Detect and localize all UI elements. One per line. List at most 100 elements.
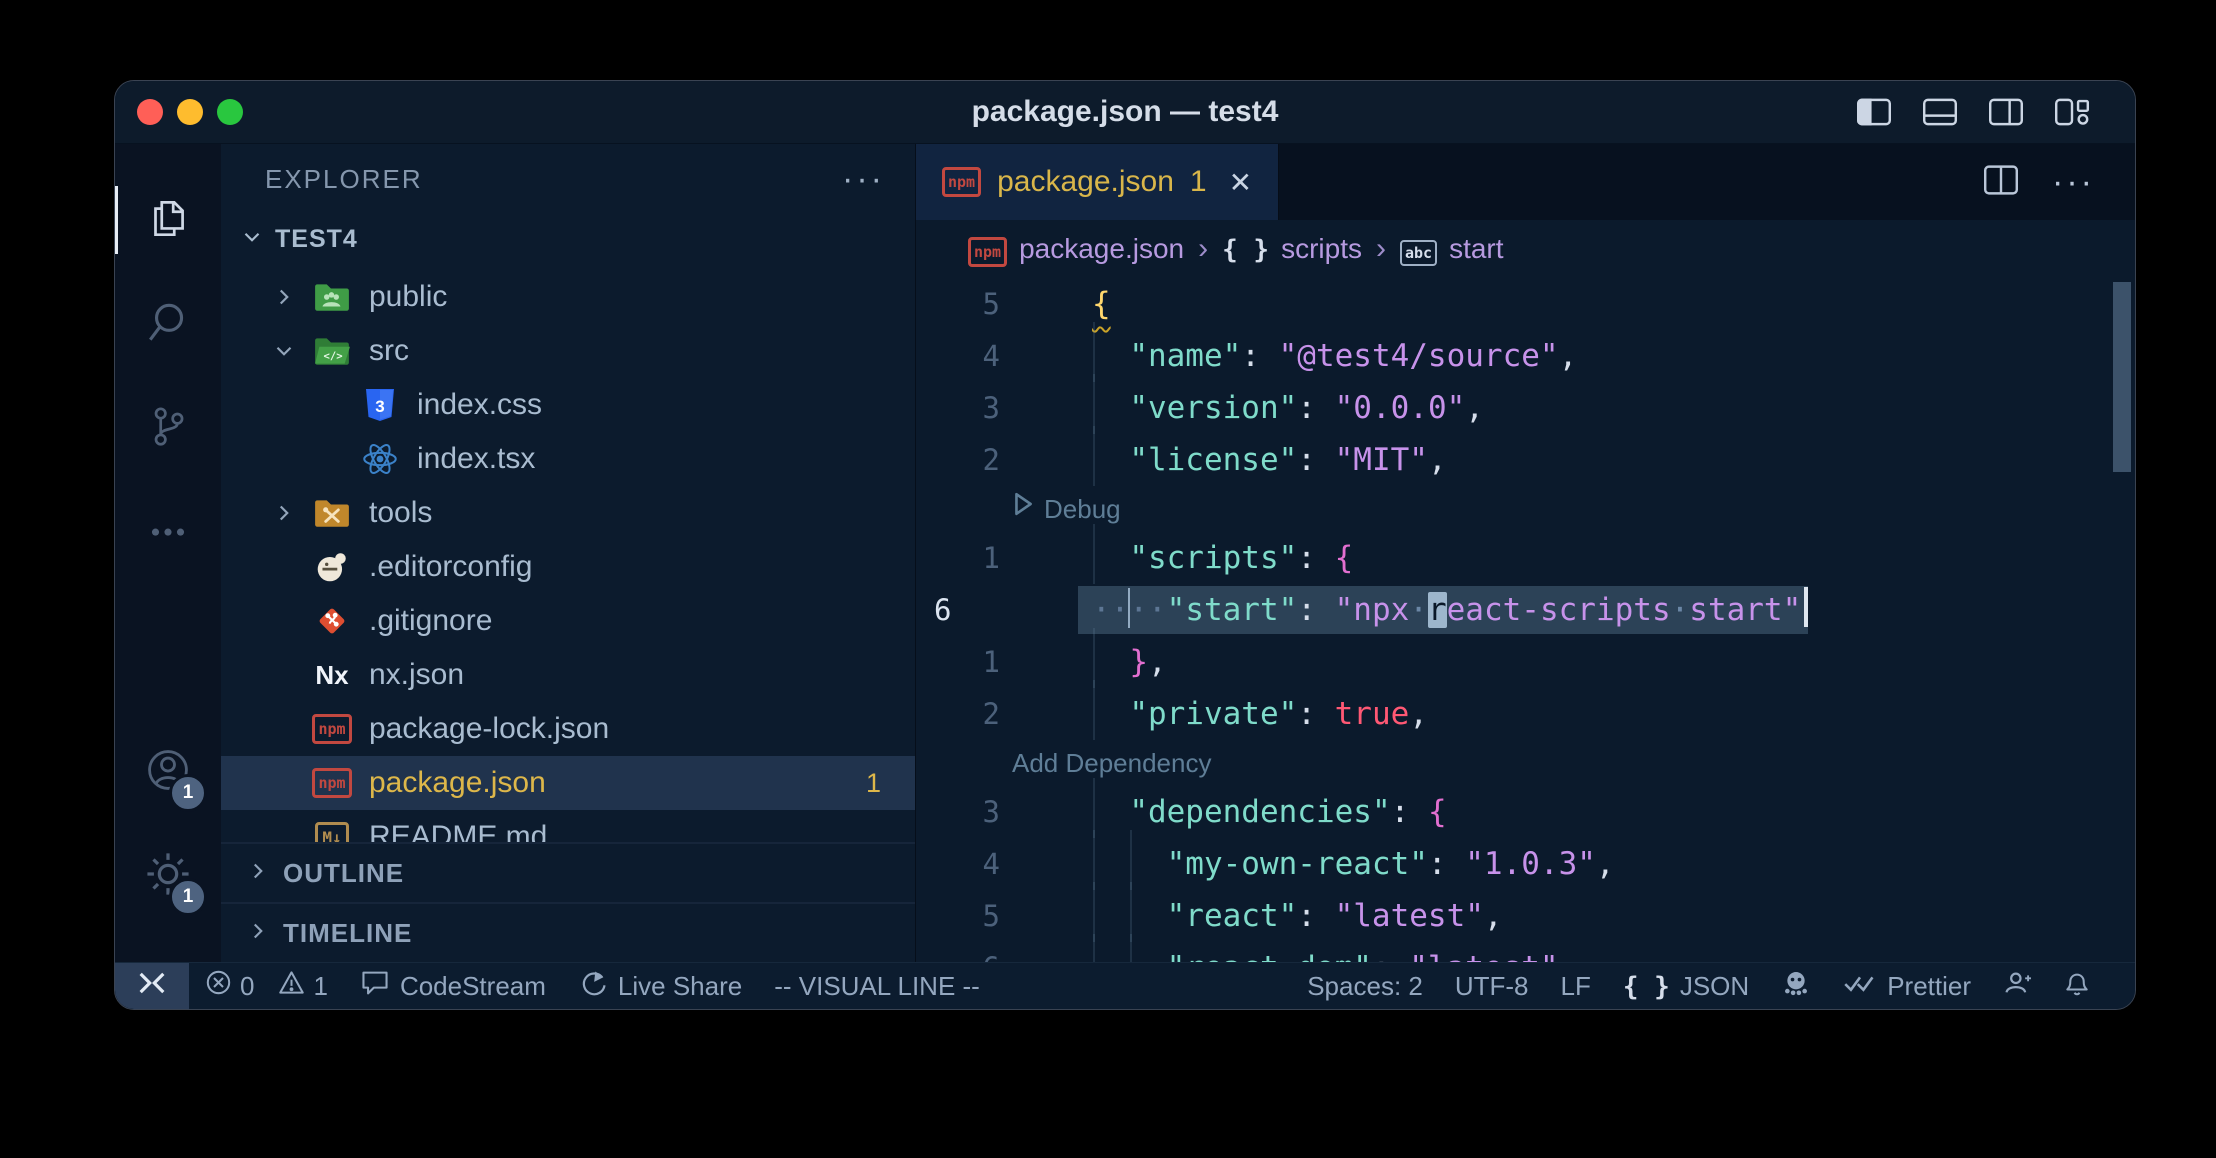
status-feedback[interactable]: [1987, 963, 2047, 1009]
breadcrumb-label: start: [1449, 233, 1503, 265]
tree-item-index-css[interactable]: 3index.css: [221, 378, 915, 432]
workspace-section-header[interactable]: TEST4: [221, 214, 915, 264]
code-line-2[interactable]: 3 "version": "0.0.0",: [916, 382, 2135, 434]
code-line-11[interactable]: 4 "my-own-react": "1.0.3",: [916, 838, 2135, 890]
status-vim-mode[interactable]: -- VISUAL LINE --: [758, 963, 996, 1009]
toggle-sidebar-icon[interactable]: [1857, 98, 1891, 126]
tree-item-nx-json[interactable]: Nxnx.json: [221, 648, 915, 702]
code-line-8[interactable]: 2 "private": true,: [916, 688, 2135, 740]
line-number[interactable]: 5: [916, 278, 1036, 330]
editor-scrollbar[interactable]: [2113, 282, 2131, 472]
npm-icon: npm: [968, 232, 1007, 267]
line-number[interactable]: 6: [916, 942, 1036, 962]
status-eol[interactable]: LF: [1545, 963, 1607, 1009]
code-line-0[interactable]: 5{: [916, 278, 2135, 330]
line-number[interactable]: 5: [916, 890, 1036, 942]
breadcrumb-item-scripts[interactable]: { }scripts: [1222, 233, 1362, 265]
problems-badge: 1: [866, 768, 881, 799]
line-number[interactable]: 3: [916, 786, 1036, 838]
code-line-3[interactable]: 2 "license": "MIT",: [916, 434, 2135, 486]
tree-item-label: public: [369, 280, 447, 314]
tree-item-tools[interactable]: tools: [221, 486, 915, 540]
code-line-12[interactable]: 5 "react": "latest",: [916, 890, 2135, 942]
tree-item-readme-md[interactable]: M↓README.md: [221, 810, 915, 842]
codelens-debug[interactable]: Debug: [916, 486, 2135, 532]
status-remote-indicator[interactable]: [115, 963, 189, 1009]
activity-item-more-views[interactable]: [115, 480, 221, 584]
tree-item-package-json[interactable]: npmpackage.json1: [221, 756, 915, 810]
status-octoface[interactable]: [1765, 963, 1827, 1009]
tree-item-label: src: [369, 334, 409, 368]
status-notifications[interactable]: [2047, 963, 2107, 1009]
line-number[interactable]: 6: [916, 584, 1036, 636]
status-indentation[interactable]: Spaces: 2: [1291, 963, 1439, 1009]
line-number[interactable]: 4: [916, 330, 1036, 382]
close-window-button[interactable]: [137, 99, 163, 125]
minimize-window-button[interactable]: [177, 99, 203, 125]
status-live-share[interactable]: Live Share: [562, 963, 758, 1009]
more-actions-icon[interactable]: ···: [2052, 163, 2095, 202]
activity-item-search[interactable]: [115, 272, 221, 376]
toggle-secondary-sidebar-icon[interactable]: [1989, 98, 2023, 126]
editor-actions: ···: [1984, 144, 2095, 220]
line-number[interactable]: 2: [916, 434, 1036, 486]
tab-package-json[interactable]: npm package.json 1 ✕: [916, 144, 1279, 220]
section-timeline[interactable]: TIMELINE: [221, 902, 915, 962]
line-number[interactable]: 3: [916, 382, 1036, 434]
codelens-add-dependency[interactable]: Add Dependency: [916, 740, 2135, 786]
braces-icon: { }: [1623, 971, 1670, 1002]
status-problems[interactable]: 01: [189, 963, 344, 1009]
status-encoding[interactable]: UTF-8: [1439, 963, 1545, 1009]
activity-item-accounts[interactable]: 1: [115, 720, 221, 824]
tree-item-index-tsx[interactable]: index.tsx: [221, 432, 915, 486]
code-line-7[interactable]: 1 },: [916, 636, 2135, 688]
tree-item--gitignore[interactable]: .gitignore: [221, 594, 915, 648]
tree-item-src[interactable]: </>src: [221, 324, 915, 378]
chevron-right-icon: [261, 284, 307, 310]
status-formatter[interactable]: Prettier: [1827, 963, 1987, 1009]
breadcrumb-item-package-json[interactable]: npmpackage.json: [968, 232, 1184, 267]
cursor-caret: [1804, 587, 1808, 627]
customize-layout-icon[interactable]: [2055, 98, 2089, 126]
title-bar[interactable]: package.json — test4: [115, 81, 2135, 143]
accounts-badge: 1: [169, 774, 207, 812]
code-token: [1092, 942, 1129, 962]
line-content: "scripts": {: [1036, 532, 1353, 584]
line-number[interactable]: 1: [916, 636, 1036, 688]
code-editor[interactable]: 5{4 "name": "@test4/source",3 "version":…: [916, 278, 2135, 962]
code-line-6[interactable]: 6····"start": "npx·react-scripts·start": [916, 584, 2135, 636]
ellipsis-icon: [143, 505, 193, 560]
section-outline[interactable]: OUTLINE: [221, 842, 915, 902]
code-token: ··: [1129, 592, 1166, 628]
line-number[interactable]: 1: [916, 532, 1036, 584]
code-token: ·: [1671, 592, 1690, 628]
breadcrumb-item-start[interactable]: abc start: [1400, 233, 1504, 266]
tree-item-public[interactable]: public: [221, 270, 915, 324]
vim-block-cursor: r: [1428, 592, 1447, 628]
markdown-icon: M↓: [307, 822, 357, 842]
activity-item-manage[interactable]: 1: [115, 824, 221, 928]
debug-play-icon: [1012, 486, 1034, 532]
code-token: [1129, 838, 1166, 890]
code-line-5[interactable]: 1 "scripts": {: [916, 532, 2135, 584]
symbol-string-icon: abc: [1400, 233, 1437, 266]
sidebar-more-actions-icon[interactable]: ···: [842, 174, 885, 184]
zoom-window-button[interactable]: [217, 99, 243, 125]
file-tree: public </>src3index.cssindex.tsxtools.edi…: [221, 264, 915, 842]
tree-item--editorconfig[interactable]: .editorconfig: [221, 540, 915, 594]
status-language-mode[interactable]: { }JSON: [1607, 963, 1765, 1009]
code-line-1[interactable]: 4 "name": "@test4/source",: [916, 330, 2135, 382]
line-number[interactable]: 2: [916, 688, 1036, 740]
line-number[interactable]: 4: [916, 838, 1036, 890]
close-tab-icon[interactable]: ✕: [1229, 166, 1252, 199]
code-token: [1092, 636, 1129, 688]
code-token: "react-dom": [1167, 950, 1372, 962]
status-codestream[interactable]: CodeStream: [344, 963, 562, 1009]
code-line-10[interactable]: 3 "dependencies": {: [916, 786, 2135, 838]
code-line-13[interactable]: 6 "react-dom": "latest",: [916, 942, 2135, 962]
activity-item-source-control[interactable]: [115, 376, 221, 480]
toggle-panel-icon[interactable]: [1923, 98, 1957, 126]
activity-item-explorer[interactable]: [115, 168, 221, 272]
split-editor-icon[interactable]: [1984, 165, 2018, 200]
tree-item-package-lock-json[interactable]: npmpackage-lock.json: [221, 702, 915, 756]
